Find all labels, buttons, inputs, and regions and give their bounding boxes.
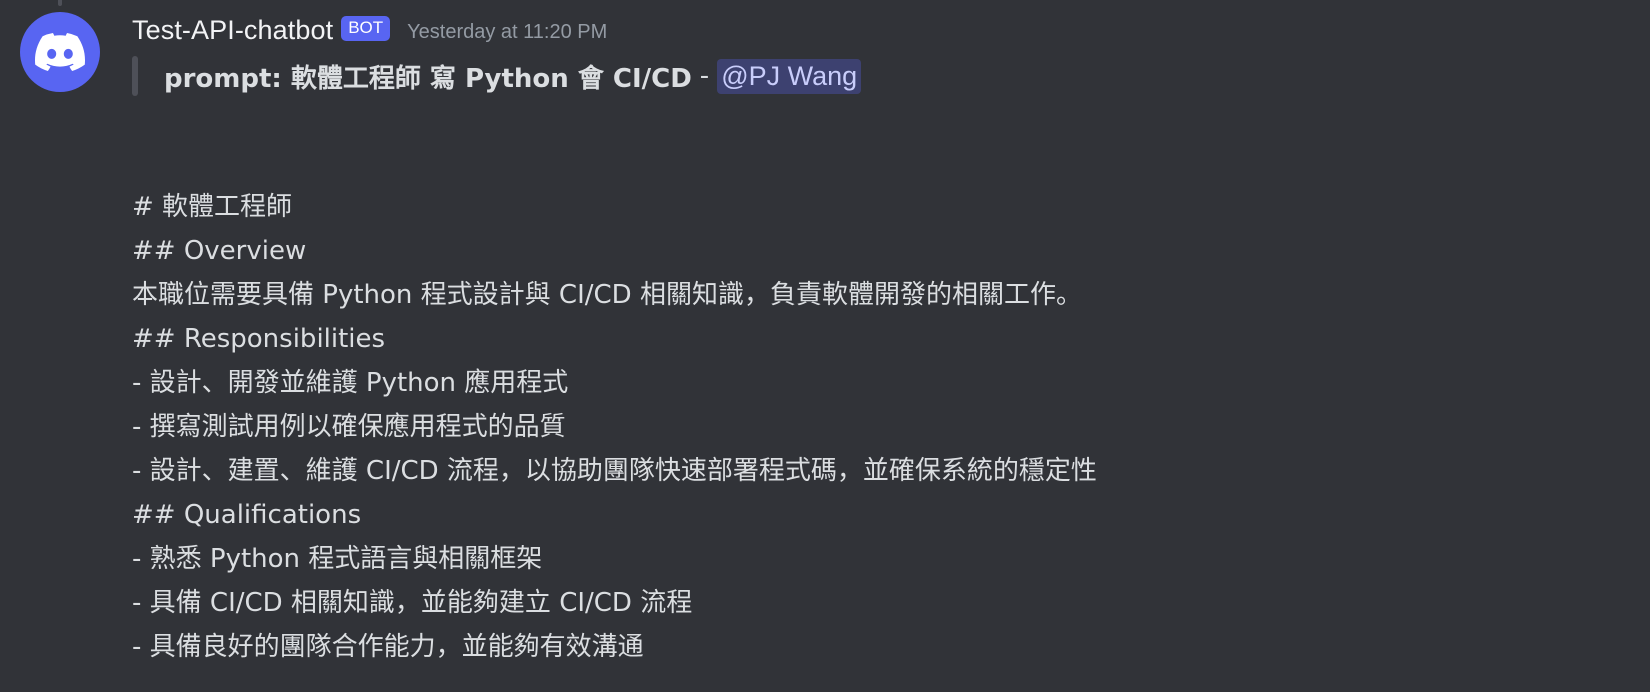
discord-logo-icon (35, 33, 85, 71)
list-item: - 撰寫測試用例以確保應用程式的品質 (132, 412, 566, 442)
avatar[interactable] (20, 12, 100, 92)
list-item: - 設計、建置、維護 CI/CD 流程，以協助團隊快速部署程式碼，並確保系統的穩… (132, 456, 1097, 486)
blockquote: prompt: 軟體工程師 寫 Python 會 CI/CD - @PJ Wan… (132, 56, 862, 96)
message-header: Test-API-chatbot BOT Yesterday at 11:20 … (132, 10, 607, 50)
user-mention[interactable]: @PJ Wang (717, 58, 862, 94)
previous-message-divider (58, 0, 62, 6)
list-item: - 具備良好的團隊合作能力，並能夠有效溝通 (132, 632, 644, 662)
heading-overview: ## Overview (132, 236, 307, 266)
heading-responsibilities: ## Responsibilities (132, 324, 386, 354)
quote-separator: - (699, 61, 710, 91)
heading-title: # 軟體工程師 (132, 192, 293, 222)
heading-qualifications: ## Qualifications (132, 500, 362, 530)
prompt-text: prompt: 軟體工程師 寫 Python 會 CI/CD (164, 63, 692, 94)
bot-badge: BOT (341, 15, 391, 41)
overview-text: 本職位需要具備 Python 程式設計與 CI/CD 相關知識，負責軟體開發的相… (132, 280, 1082, 310)
blockquote-content: prompt: 軟體工程師 寫 Python 會 CI/CD - @PJ Wan… (164, 58, 862, 95)
list-item: - 具備 CI/CD 相關知識，並能夠建立 CI/CD 流程 (132, 588, 693, 618)
message-timestamp[interactable]: Yesterday at 11:20 PM (407, 21, 607, 44)
message-content: # 軟體工程師 ## Overview 本職位需要具備 Python 程式設計與… (132, 185, 1630, 669)
blockquote-bar (132, 56, 138, 96)
author-name[interactable]: Test-API-chatbot (132, 15, 333, 46)
list-item: - 設計、開發並維護 Python 應用程式 (132, 368, 569, 398)
list-item: - 熟悉 Python 程式語言與相關框架 (132, 544, 543, 574)
